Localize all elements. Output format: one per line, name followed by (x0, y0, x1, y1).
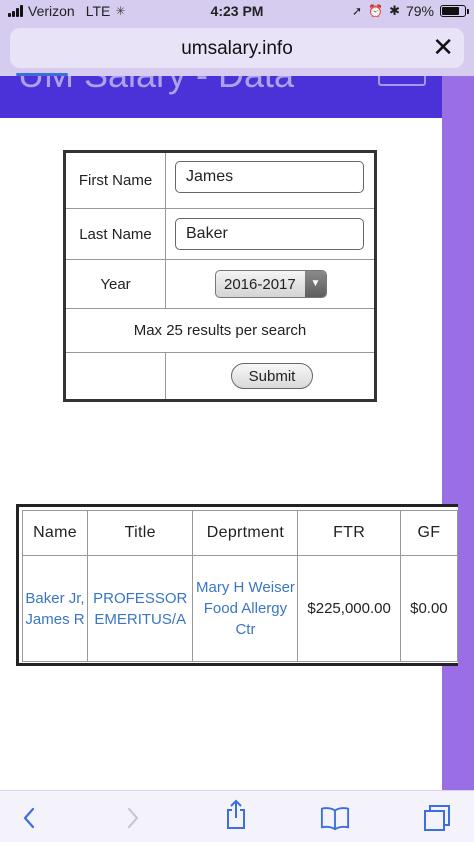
note-row: Max 25 results per search (66, 309, 374, 353)
site-header: UM Salary - Data (0, 76, 442, 118)
header-department: Deprtment (192, 510, 299, 556)
employee-name-link[interactable]: Baker Jr, James R (25, 590, 84, 628)
battery-level (442, 7, 460, 15)
year-cell: 2016-2017 ▼ (166, 260, 374, 308)
last-name-cell: Baker (166, 209, 374, 259)
location-icon: ➚ (352, 4, 363, 18)
year-select-value: 2016-2017 (224, 276, 296, 293)
alarm-icon: ⏰ (368, 4, 384, 18)
name-cell: Baker Jr, James R (21, 555, 89, 662)
title-link[interactable]: PROFESSOR EMERITUS/A (93, 590, 187, 628)
menu-toggle-button[interactable] (378, 76, 426, 86)
year-row: Year 2016-2017 ▼ (66, 260, 374, 309)
status-bar: Verizon LTE ✳ 4:23 PM ➚ ⏰ ✱ 79% (0, 0, 474, 24)
first-name-row: First Name James (66, 153, 374, 209)
first-name-input[interactable]: James (175, 161, 364, 193)
tabs-icon[interactable] (422, 803, 452, 833)
title-cell: PROFESSOR EMERITUS/A (87, 555, 194, 662)
submit-row: Submit (66, 353, 374, 399)
close-icon[interactable]: ✕ (432, 33, 454, 61)
site-title: UM Salary - Data (18, 76, 294, 96)
header-name: Name (21, 510, 89, 556)
first-name-cell: James (166, 153, 374, 208)
results-table: Name Title Deprtment FTR GF Baker Jr, Ja… (21, 510, 458, 662)
back-icon[interactable] (14, 803, 44, 833)
bookmarks-icon[interactable] (320, 803, 350, 833)
gf-cell: $0.00 (399, 555, 458, 662)
status-right: ➚ ⏰ ✱ 79% (352, 3, 469, 19)
address-bar[interactable]: umsalary.info ✕ (10, 28, 464, 68)
table-row: Baker Jr, James R PROFESSOR EMERITUS/A M… (21, 555, 458, 662)
submit-button[interactable]: Submit (231, 363, 313, 389)
bluetooth-icon: ✱ (389, 3, 400, 18)
first-name-label: First Name (66, 153, 166, 208)
header-title: Title (87, 510, 194, 556)
chevron-down-icon: ▼ (305, 271, 326, 297)
ftr-cell: $225,000.00 (297, 555, 401, 662)
year-select[interactable]: 2016-2017 ▼ (215, 270, 327, 298)
battery-percent: 79% (405, 3, 434, 19)
year-label: Year (66, 260, 166, 308)
department-cell: Mary H Weiser Food Allergy Ctr (192, 555, 299, 662)
header-ftr: FTR (297, 510, 401, 556)
last-name-row: Last Name Baker (66, 209, 374, 260)
browser-chrome: umsalary.info ✕ (0, 24, 474, 76)
last-name-label: Last Name (66, 209, 166, 259)
header-gf: GF (399, 510, 458, 556)
battery-icon (440, 5, 469, 17)
table-header-row: Name Title Deprtment FTR GF (21, 510, 458, 556)
browser-toolbar (0, 790, 474, 842)
share-icon[interactable] (221, 799, 251, 829)
max-results-note: Max 25 results per search (133, 322, 307, 339)
submit-cell: Submit (166, 353, 374, 399)
url-text[interactable]: umsalary.info (10, 38, 464, 60)
search-form: First Name James Last Name Baker Year 20… (63, 150, 377, 402)
last-name-input[interactable]: Baker (175, 218, 364, 250)
results-table-container: Name Title Deprtment FTR GF Baker Jr, Ja… (16, 504, 458, 666)
empty-label-cell (66, 353, 166, 399)
department-link[interactable]: Mary H Weiser Food Allergy Ctr (196, 579, 295, 638)
page-edge-strip (442, 76, 474, 790)
forward-icon[interactable] (118, 803, 148, 833)
